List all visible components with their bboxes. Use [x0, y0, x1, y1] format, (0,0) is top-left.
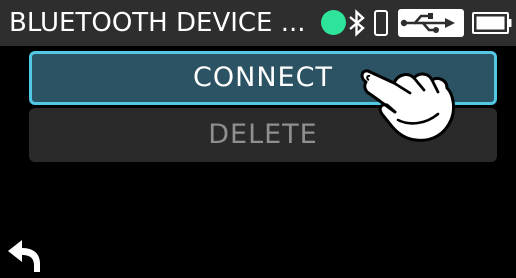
status-bar: BLUETOOTH DEVICE ... — [0, 0, 516, 46]
battery-icon — [472, 12, 512, 34]
phone-icon — [374, 10, 388, 36]
status-indicator — [321, 10, 346, 35]
device-screen: BLUETOOTH DEVICE ... CONNECT DELETE — [0, 0, 516, 278]
pointing-hand-icon — [360, 69, 456, 142]
screen-title: BLUETOOTH DEVICE ... — [9, 8, 306, 38]
bluetooth-icon — [349, 9, 365, 37]
usb-icon — [398, 9, 464, 37]
back-arrow-icon[interactable] — [4, 236, 42, 274]
